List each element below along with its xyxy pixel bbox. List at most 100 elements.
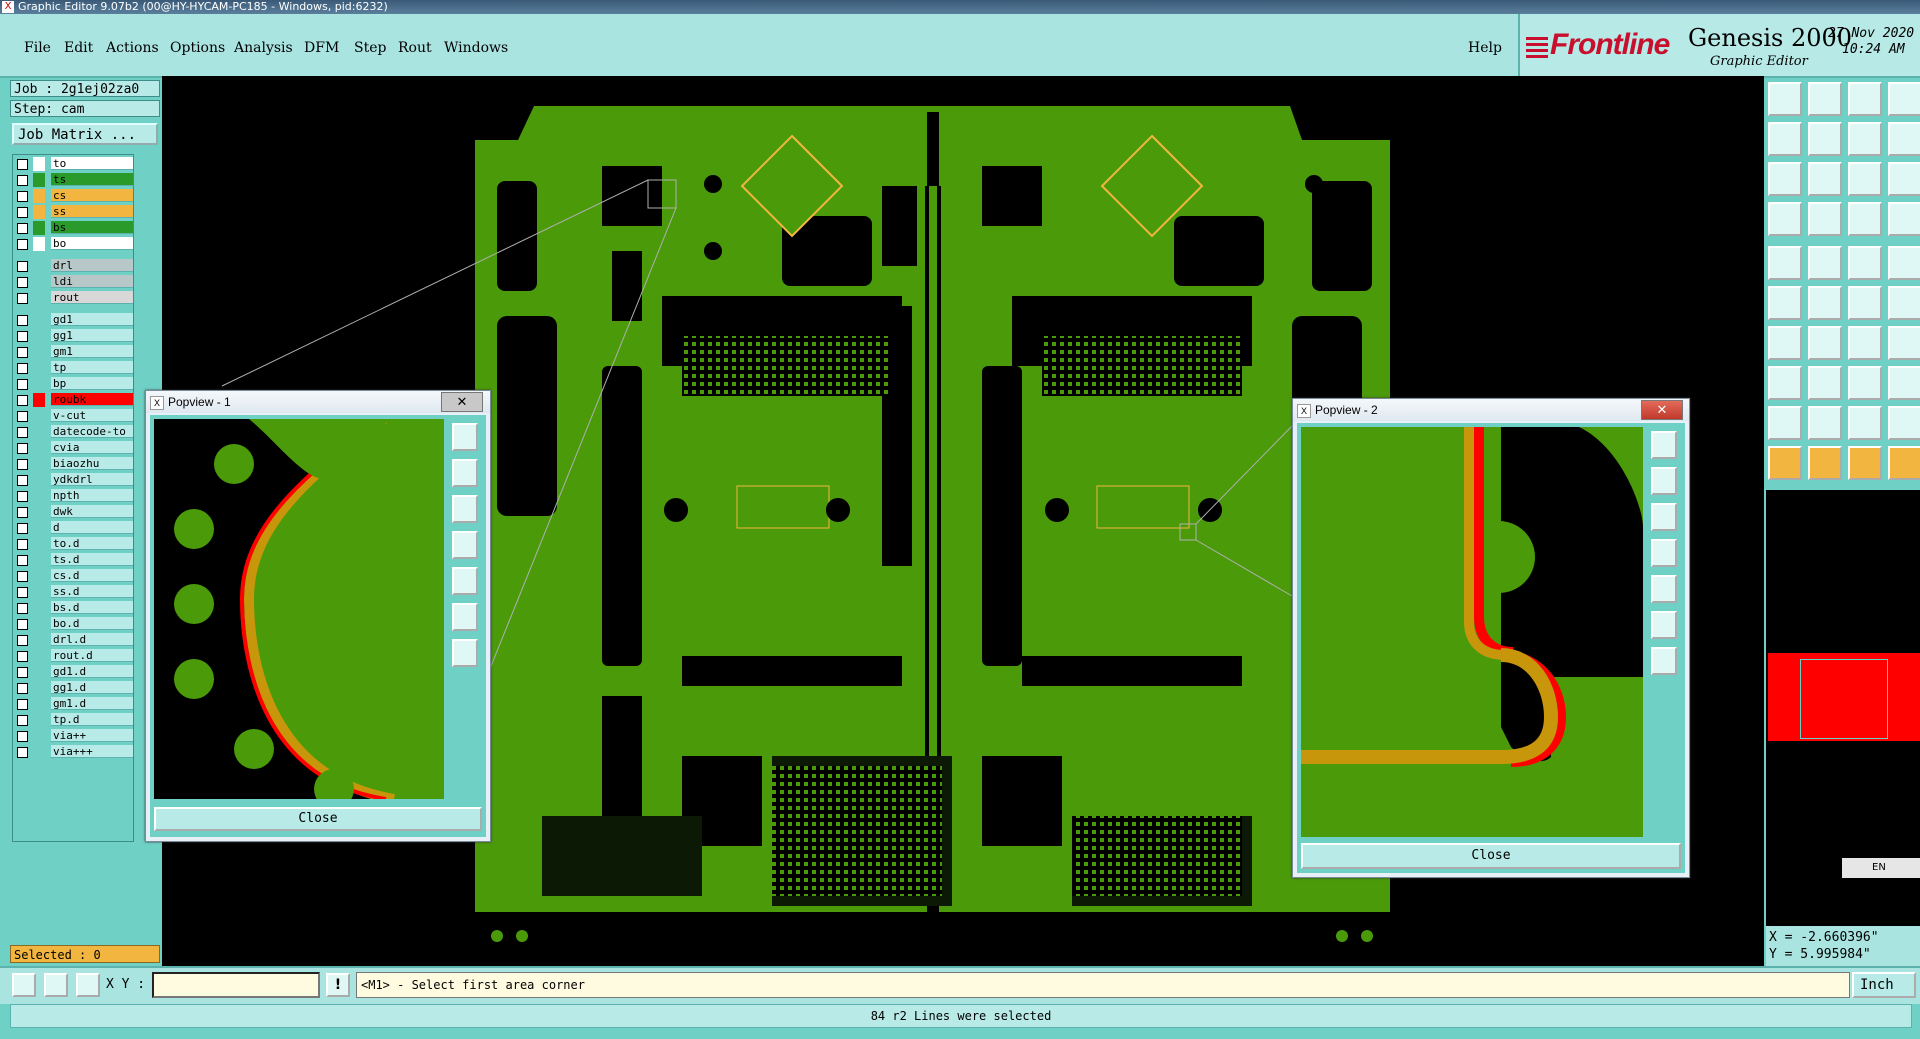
layer-name[interactable]: gm1.d bbox=[51, 697, 133, 710]
layer-row[interactable]: biaozhu bbox=[13, 457, 133, 471]
popview-1-pan-down-icon[interactable] bbox=[452, 495, 478, 523]
layer-color-swatch[interactable] bbox=[33, 205, 45, 219]
layer-color-swatch[interactable] bbox=[33, 275, 45, 289]
layer-row[interactable]: roubk bbox=[13, 393, 133, 407]
menu-rout[interactable]: Rout bbox=[398, 40, 432, 56]
layer-name[interactable]: tp.d bbox=[51, 713, 133, 726]
layer-name[interactable]: v-cut bbox=[51, 409, 133, 422]
layer-name[interactable]: ts.d bbox=[51, 553, 133, 566]
layer-color-swatch[interactable] bbox=[33, 377, 45, 391]
tool-angle-icon[interactable] bbox=[1808, 246, 1842, 280]
layer-checkbox[interactable] bbox=[17, 223, 28, 234]
layer-checkbox[interactable] bbox=[17, 159, 28, 170]
tool-pointer-4-icon[interactable] bbox=[1888, 446, 1920, 480]
layer-color-swatch[interactable] bbox=[33, 697, 45, 711]
layer-color-swatch[interactable] bbox=[33, 393, 45, 407]
layer-checkbox[interactable] bbox=[17, 191, 28, 202]
layer-row[interactable]: bs bbox=[13, 221, 133, 235]
grid-icon[interactable] bbox=[76, 973, 100, 997]
layer-color-swatch[interactable] bbox=[33, 729, 45, 743]
tool-minus-icon[interactable] bbox=[1808, 366, 1842, 400]
popview-1-pan-right-icon[interactable] bbox=[452, 567, 478, 595]
layer-checkbox[interactable] bbox=[17, 507, 28, 518]
layer-row[interactable]: tp bbox=[13, 361, 133, 375]
layer-name[interactable]: to.d bbox=[51, 537, 133, 550]
tool-slope-icon[interactable] bbox=[1768, 326, 1802, 360]
tool-mirror-icon[interactable] bbox=[1848, 122, 1882, 156]
layer-checkbox[interactable] bbox=[17, 363, 28, 374]
layer-checkbox[interactable] bbox=[17, 587, 28, 598]
layer-row[interactable]: cs.d bbox=[13, 569, 133, 583]
layer-row[interactable]: to bbox=[13, 157, 133, 171]
exclamation-icon[interactable]: ! bbox=[326, 973, 350, 997]
layer-checkbox[interactable] bbox=[17, 427, 28, 438]
layer-row[interactable]: gm1.d bbox=[13, 697, 133, 711]
tool-layer-up-icon[interactable] bbox=[1768, 82, 1802, 116]
layer-row[interactable]: ydkdrl bbox=[13, 473, 133, 487]
layer-color-swatch[interactable] bbox=[33, 237, 45, 251]
tool-layer-down-icon[interactable] bbox=[1808, 82, 1842, 116]
layer-name[interactable]: bp bbox=[51, 377, 133, 390]
tool-add-pad-icon[interactable] bbox=[1768, 286, 1802, 320]
layer-color-swatch[interactable] bbox=[33, 505, 45, 519]
draw-line-icon[interactable] bbox=[44, 973, 68, 997]
layer-checkbox[interactable] bbox=[17, 459, 28, 470]
popview-2-pan-up-icon[interactable] bbox=[1651, 467, 1677, 495]
layer-row[interactable]: ts.d bbox=[13, 553, 133, 567]
tool-line-icon[interactable] bbox=[1848, 286, 1882, 320]
layer-checkbox[interactable] bbox=[17, 277, 28, 288]
minimap[interactable] bbox=[1768, 653, 1920, 741]
layer-checkbox[interactable] bbox=[17, 443, 28, 454]
layer-name[interactable]: gg1.d bbox=[51, 681, 133, 694]
menu-step[interactable]: Step bbox=[354, 40, 386, 56]
layer-name[interactable]: rout bbox=[51, 291, 133, 304]
layer-row[interactable]: cvia bbox=[13, 441, 133, 455]
layer-color-swatch[interactable] bbox=[33, 313, 45, 327]
layer-color-swatch[interactable] bbox=[33, 189, 45, 203]
layer-row[interactable]: ss.d bbox=[13, 585, 133, 599]
layer-row[interactable]: rout bbox=[13, 291, 133, 305]
layer-row[interactable]: d bbox=[13, 521, 133, 535]
unit-button[interactable]: Inch bbox=[1852, 972, 1916, 998]
tool-group-icon[interactable] bbox=[1888, 366, 1920, 400]
popview-2-pan-down-icon[interactable] bbox=[1651, 503, 1677, 531]
layer-name[interactable]: gm1 bbox=[51, 345, 133, 358]
layer-name[interactable]: tp bbox=[51, 361, 133, 374]
ime-indicator[interactable]: EN bbox=[1842, 858, 1920, 878]
tool-pan-left-icon[interactable] bbox=[1768, 122, 1802, 156]
popview-2-pan-right-icon[interactable] bbox=[1651, 575, 1677, 603]
layer-name[interactable]: rout.d bbox=[51, 649, 133, 662]
layer-checkbox[interactable] bbox=[17, 683, 28, 694]
popview-2-zoom-fit-icon[interactable] bbox=[1651, 431, 1677, 459]
layer-checkbox[interactable] bbox=[17, 347, 28, 358]
layer-checkbox[interactable] bbox=[17, 555, 28, 566]
layer-name[interactable]: via++ bbox=[51, 729, 133, 742]
tool-pointer-3-icon[interactable] bbox=[1848, 446, 1882, 480]
tool-pointer-2-icon[interactable] bbox=[1808, 446, 1842, 480]
popview-2-zoom-out-icon[interactable] bbox=[1651, 647, 1677, 675]
layer-row[interactable]: gm1 bbox=[13, 345, 133, 359]
popview-1-pan-left-icon[interactable] bbox=[452, 531, 478, 559]
layer-name[interactable]: biaozhu bbox=[51, 457, 133, 470]
layer-row[interactable]: via+++ bbox=[13, 745, 133, 759]
layer-name[interactable]: drl bbox=[51, 259, 133, 272]
layer-name[interactable]: ldi bbox=[51, 275, 133, 288]
tool-select-icon[interactable] bbox=[1768, 246, 1802, 280]
layer-row[interactable]: drl.d bbox=[13, 633, 133, 647]
layer-color-swatch[interactable] bbox=[33, 221, 45, 235]
layer-name[interactable]: roubk bbox=[51, 393, 133, 406]
tool-route-icon[interactable] bbox=[1888, 202, 1920, 236]
layer-checkbox[interactable] bbox=[17, 175, 28, 186]
layer-color-swatch[interactable] bbox=[33, 553, 45, 567]
layer-checkbox[interactable] bbox=[17, 699, 28, 710]
layer-name[interactable]: via+++ bbox=[51, 745, 133, 758]
layer-row[interactable]: tp.d bbox=[13, 713, 133, 727]
tool-triangle-filled-icon[interactable] bbox=[1848, 406, 1882, 440]
layer-name[interactable]: gd1 bbox=[51, 313, 133, 326]
menu-options[interactable]: Options bbox=[170, 40, 225, 56]
layer-checkbox[interactable] bbox=[17, 571, 28, 582]
tool-connect-icon[interactable] bbox=[1848, 202, 1882, 236]
layer-checkbox[interactable] bbox=[17, 619, 28, 630]
layer-name[interactable]: datecode-to bbox=[51, 425, 133, 438]
layer-checkbox[interactable] bbox=[17, 491, 28, 502]
